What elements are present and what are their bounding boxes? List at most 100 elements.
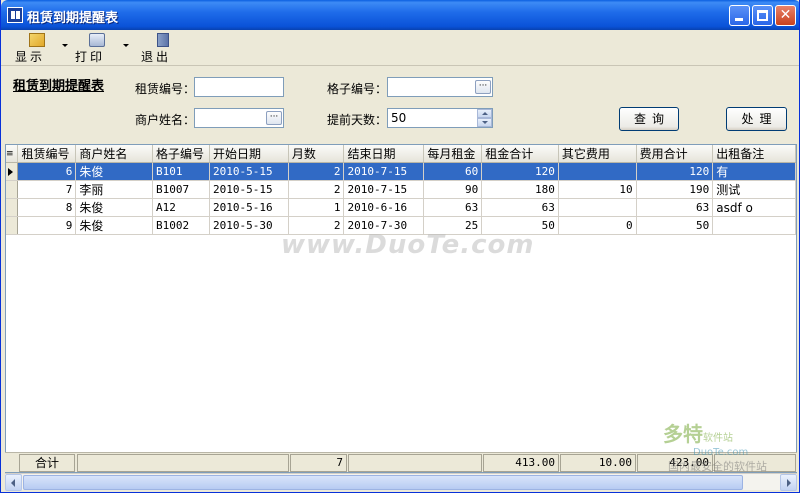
table-cell[interactable]: 2010-5-16 xyxy=(209,198,289,217)
row-indicator[interactable] xyxy=(6,216,19,235)
table-cell[interactable]: 朱俊 xyxy=(75,216,154,235)
table-cell[interactable]: 2 xyxy=(288,162,345,181)
column-header[interactable]: 格子编号 xyxy=(152,145,210,163)
print-button[interactable]: 打印 xyxy=(75,32,119,64)
table-cell[interactable]: 90 xyxy=(423,180,483,199)
show-button[interactable]: 显示 xyxy=(15,32,59,64)
table-cell[interactable]: 180 xyxy=(481,180,559,199)
table-cell[interactable]: 10 xyxy=(558,180,637,199)
scroll-thumb[interactable] xyxy=(23,475,743,490)
scroll-right-button[interactable] xyxy=(780,474,797,491)
table-cell[interactable]: 60 xyxy=(423,162,483,181)
table-cell[interactable]: 2010-5-15 xyxy=(209,162,289,181)
table-cell[interactable] xyxy=(712,216,796,235)
table-cell[interactable]: 120 xyxy=(481,162,559,181)
table-cell[interactable]: 2 xyxy=(288,180,345,199)
total-label: 合计 xyxy=(19,454,75,472)
table-cell[interactable]: 朱俊 xyxy=(75,162,154,181)
row-indicator[interactable] xyxy=(6,198,19,217)
column-header[interactable]: 结束日期 xyxy=(343,145,425,163)
spin-down-icon[interactable] xyxy=(477,118,492,127)
table-cell[interactable]: 50 xyxy=(636,216,714,235)
grid-body: 6 朱俊 B101 2010-5-15 2 2010-7-15 60 120 120 有 7 李丽 B1… xyxy=(6,162,796,235)
close-button[interactable]: ✕ xyxy=(775,5,796,26)
table-cell[interactable]: B101 xyxy=(152,162,210,181)
title-bar[interactable]: 租赁到期提醒表 ✕ xyxy=(1,0,799,30)
table-cell[interactable]: 李丽 xyxy=(75,180,154,199)
table-cell[interactable]: 63 xyxy=(481,198,559,217)
table-cell[interactable]: 朱俊 xyxy=(75,198,154,217)
column-header[interactable]: 其它费用 xyxy=(558,145,637,163)
indicator-header: ≡ xyxy=(6,145,19,163)
process-button[interactable]: 处理 xyxy=(726,107,787,131)
table-cell[interactable]: 2010-5-30 xyxy=(209,216,289,235)
column-header[interactable]: 月数 xyxy=(288,145,345,163)
column-header[interactable]: 租赁编号 xyxy=(17,145,77,163)
table-cell[interactable] xyxy=(558,198,637,217)
exit-door-icon xyxy=(157,33,169,47)
table-row[interactable]: 8 朱俊 A12 2010-5-16 1 2010-6-16 63 63 63 asdf o xyxy=(6,198,796,217)
query-panel: 租赁到期提醒表 租赁编号： 格子编号： ··· 商户姓名： ··· 提前天数： … xyxy=(5,67,797,142)
rent-total: 413.00 xyxy=(483,454,559,472)
table-cell[interactable]: 有 xyxy=(712,162,796,181)
table-cell[interactable]: 63 xyxy=(423,198,483,217)
merchant-label: 商户姓名： xyxy=(135,113,196,127)
close-icon: ✕ xyxy=(779,7,792,23)
table-cell[interactable]: 2010-7-15 xyxy=(343,180,425,199)
printer-icon xyxy=(89,33,105,47)
scroll-left-button[interactable] xyxy=(5,474,22,491)
panel-title: 租赁到期提醒表 xyxy=(13,79,105,94)
table-cell[interactable]: B1002 xyxy=(152,216,210,235)
column-header[interactable]: 每月租金 xyxy=(423,145,483,163)
table-cell[interactable]: 120 xyxy=(636,162,714,181)
watermark-logo: 多特软件站 DuoTe.com 国内最安全的软件站 xyxy=(663,418,767,474)
column-header[interactable]: 租金合计 xyxy=(481,145,559,163)
display-icon xyxy=(29,33,45,47)
table-cell[interactable]: 2010-5-15 xyxy=(209,180,289,199)
table-cell[interactable]: 190 xyxy=(636,180,714,199)
table-row[interactable]: 7 李丽 B1007 2010-5-15 2 2010-7-15 90 180 10 190 测试 xyxy=(6,180,796,199)
column-header[interactable]: 费用合计 xyxy=(636,145,714,163)
table-cell[interactable]: 测试 xyxy=(712,180,796,199)
table-cell[interactable]: 2010-7-15 xyxy=(343,162,425,181)
minimize-button[interactable] xyxy=(729,5,750,26)
table-cell[interactable]: 0 xyxy=(558,216,637,235)
advance-days-spinner[interactable] xyxy=(477,109,492,127)
main-window: 租赁到期提醒表 ✕ 显示 打印 退出 租赁到期提醒表 租赁编号： 格子编号： ·… xyxy=(0,0,800,493)
table-cell[interactable] xyxy=(558,162,637,181)
footer-blank-1 xyxy=(77,454,289,472)
row-indicator[interactable] xyxy=(6,162,19,181)
table-cell[interactable]: asdf o xyxy=(712,198,796,217)
table-cell[interactable]: 2010-6-16 xyxy=(343,198,425,217)
lease-no-input[interactable] xyxy=(194,77,284,97)
column-header[interactable]: 开始日期 xyxy=(209,145,289,163)
table-cell[interactable]: 63 xyxy=(636,198,714,217)
other-fee-total: 10.00 xyxy=(560,454,636,472)
table-cell[interactable]: 1 xyxy=(288,198,345,217)
maximize-button[interactable] xyxy=(752,5,773,26)
footer-blank-2 xyxy=(348,454,482,472)
table-cell[interactable]: 7 xyxy=(17,180,77,199)
watermark-logo-caption: 国内最安全的软件站 xyxy=(668,460,767,473)
horizontal-scrollbar[interactable] xyxy=(5,473,797,491)
column-header[interactable]: 商户姓名 xyxy=(75,145,154,163)
column-header[interactable]: 出租备注 xyxy=(712,145,796,163)
cell-no-label: 格子编号： xyxy=(327,82,388,96)
spin-up-icon[interactable] xyxy=(477,109,492,118)
show-dropdown-arrow-icon[interactable] xyxy=(62,44,68,47)
table-cell[interactable]: A12 xyxy=(152,198,210,217)
table-cell[interactable]: 6 xyxy=(17,162,77,181)
row-indicator[interactable] xyxy=(6,180,19,199)
cell-no-lookup-icon[interactable]: ··· xyxy=(475,80,491,94)
table-cell[interactable]: 8 xyxy=(17,198,77,217)
query-button[interactable]: 查询 xyxy=(619,107,679,131)
exit-button[interactable]: 退出 xyxy=(141,32,185,64)
table-cell[interactable]: B1007 xyxy=(152,180,210,199)
watermark-logo-url: DuoTe.com xyxy=(693,447,749,458)
print-dropdown-arrow-icon[interactable] xyxy=(123,44,129,47)
merchant-lookup-icon[interactable]: ··· xyxy=(266,111,282,125)
table-cell[interactable]: 9 xyxy=(17,216,77,235)
advance-days-label: 提前天数： xyxy=(327,113,388,127)
lease-no-label: 租赁编号： xyxy=(135,82,196,96)
table-row[interactable]: 6 朱俊 B101 2010-5-15 2 2010-7-15 60 120 120 有 xyxy=(6,162,796,181)
